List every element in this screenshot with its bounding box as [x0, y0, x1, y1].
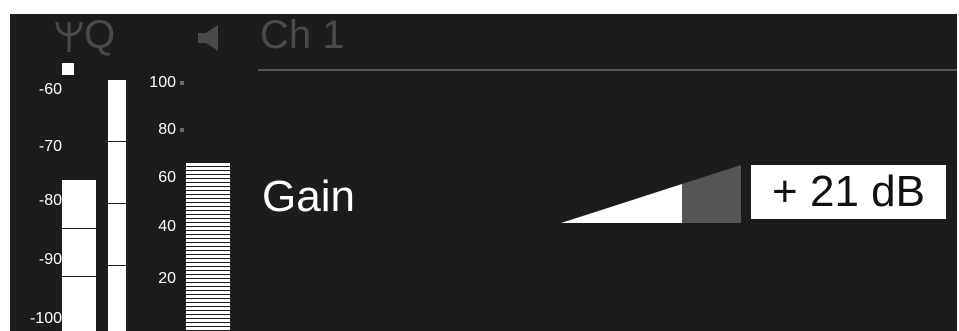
audio-scale-label: 100	[149, 74, 176, 91]
scale-tick	[180, 81, 184, 85]
rf-scale-label: -80	[38, 192, 62, 209]
audio-scale-label: 80	[158, 121, 176, 138]
rf-scale-label: -90	[38, 251, 62, 268]
meter-segment-divider	[108, 265, 126, 266]
scale-tick	[180, 128, 184, 132]
gain-value: + 21 dB	[772, 167, 925, 216]
gain-value-field[interactable]: + 21 dB	[751, 165, 946, 219]
af-level-meter	[108, 80, 126, 331]
meter-segment-divider	[62, 276, 96, 277]
gain-label: Gain	[262, 172, 355, 221]
audio-level-meter	[186, 163, 230, 331]
audio-scale-label: 40	[158, 218, 176, 235]
meter-segment-divider	[108, 203, 126, 204]
meter-segment-divider	[62, 228, 96, 229]
gain-ramp-indicator	[561, 165, 741, 223]
channel-label: Ch 1	[260, 14, 345, 57]
antenna-icon	[55, 21, 83, 52]
audio-scale-label: 60	[158, 169, 176, 186]
rf-scale-label: -70	[38, 138, 62, 155]
rf-scale-label: -100	[29, 310, 62, 327]
meter-segment-divider	[108, 141, 126, 142]
header-divider	[258, 69, 957, 71]
audio-scale-label: 20	[158, 270, 176, 287]
rf-scale-label: -60	[38, 81, 62, 98]
peak-marker	[62, 63, 74, 75]
rf-level-meter	[62, 180, 96, 331]
receiver-display: Q Ch 1 -60 -70 -80 -90 -100 100 80 60 40…	[10, 14, 957, 331]
speaker-icon	[198, 25, 218, 51]
diversity-label: Q	[84, 14, 116, 57]
